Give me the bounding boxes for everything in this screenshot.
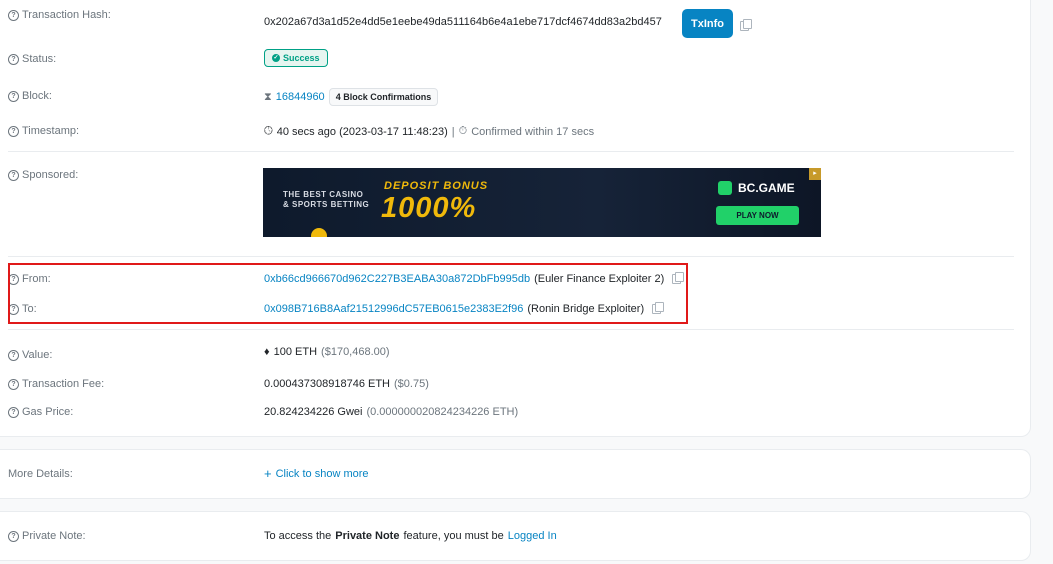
- help-icon[interactable]: ?: [8, 53, 19, 65]
- fee-value: 0.000437308918746 ETH ($0.75): [264, 378, 429, 390]
- value-row: ? Value: ♦ 100 ETH ($170,468.00): [0, 346, 1030, 369]
- check-circle-icon: ✓: [272, 54, 280, 62]
- status-value: ✓ Success: [264, 49, 328, 67]
- sponsored-ad-banner[interactable]: THE BEST CASINO & SPORTS BETTING DEPOSIT…: [263, 168, 821, 237]
- help-icon[interactable]: ?: [8, 9, 19, 21]
- help-icon[interactable]: ?: [8, 125, 19, 137]
- banner-play-now-button[interactable]: PLAY NOW: [716, 206, 799, 225]
- private-note-value: To access the Private Note feature, you …: [264, 530, 557, 542]
- coin-icon: [311, 228, 327, 237]
- fee-label: ? Transaction Fee:: [8, 378, 104, 390]
- help-icon[interactable]: ?: [8, 378, 19, 390]
- divider: [8, 256, 1014, 257]
- more-details-label: More Details:: [8, 468, 73, 480]
- login-link[interactable]: Logged In: [508, 530, 557, 542]
- tx-hash-value: 0x202a67d3a1d52e4dd5e1eebe49da511164b6e4…: [264, 16, 662, 28]
- banner-percent-text: 1000%: [381, 192, 477, 224]
- tx-hash-row: ? Transaction Hash: 0x202a67d3a1d52e4dd5…: [0, 9, 1030, 29]
- clock-icon: 🕓︎: [264, 125, 273, 137]
- status-badge: ✓ Success: [264, 49, 328, 67]
- fee-row: ? Transaction Fee: 0.000437308918746 ETH…: [0, 378, 1030, 398]
- help-icon[interactable]: ?: [8, 349, 19, 361]
- more-details-card: More Details: + Click to show more: [0, 449, 1031, 499]
- tx-hash-text: 0x202a67d3a1d52e4dd5e1eebe49da511164b6e4…: [264, 16, 662, 28]
- help-icon[interactable]: ?: [8, 530, 19, 542]
- private-note-card: ? Private Note: To access the Private No…: [0, 511, 1031, 561]
- value-label: ? Value:: [8, 349, 52, 361]
- status-row: ? Status: ✓ Success: [0, 49, 1030, 69]
- value-value: ♦ 100 ETH ($170,468.00): [264, 346, 390, 358]
- banner-deposit-text: DEPOSIT BONUS: [384, 180, 489, 192]
- banner-brand: BC.GAME: [738, 181, 795, 195]
- hourglass-icon: ⧗: [264, 90, 272, 103]
- gas-value: 20.824234226 Gwei (0.000000020824234226 …: [264, 406, 519, 418]
- sponsored-label: ? Sponsored:: [8, 169, 78, 181]
- bc-game-logo-icon: [718, 181, 732, 195]
- block-row: ? Block: ⧗ 16844960 4 Block Confirmation…: [0, 88, 1030, 108]
- help-icon[interactable]: ?: [8, 406, 19, 418]
- timestamp-label: ? Timestamp:: [8, 125, 79, 137]
- plus-icon: +: [264, 466, 272, 481]
- ad-choices-icon[interactable]: ▸: [809, 168, 821, 180]
- transaction-overview-card: ? Transaction Hash: 0x202a67d3a1d52e4dd5…: [0, 0, 1031, 437]
- status-label: ? Status:: [8, 53, 56, 65]
- show-more-link[interactable]: + Click to show more: [264, 466, 369, 481]
- timestamp-value: 🕓︎ 40 secs ago (2023-03-17 11:48:23) | ⏱…: [264, 125, 595, 138]
- stopwatch-icon: ⏱︎: [458, 125, 468, 137]
- help-icon[interactable]: ?: [8, 90, 19, 102]
- gas-row: ? Gas Price: 20.824234226 Gwei (0.000000…: [0, 406, 1030, 426]
- gas-label: ? Gas Price:: [8, 406, 73, 418]
- divider: [8, 329, 1014, 330]
- highlight-annotation-box: [8, 263, 688, 324]
- timestamp-row: ? Timestamp: 🕓︎ 40 secs ago (2023-03-17 …: [0, 123, 1030, 143]
- tx-hash-label: ? Transaction Hash:: [8, 9, 111, 21]
- block-label: ? Block:: [8, 90, 52, 102]
- help-icon[interactable]: ?: [8, 169, 19, 181]
- block-confirmations-badge: 4 Block Confirmations: [328, 88, 439, 106]
- private-note-label: ? Private Note:: [8, 530, 86, 542]
- block-value: ⧗ 16844960 4 Block Confirmations: [264, 88, 439, 106]
- block-number-link[interactable]: 16844960: [276, 91, 325, 103]
- txinfo-button[interactable]: TxInfo: [682, 9, 733, 38]
- divider: [8, 151, 1014, 152]
- copy-icon[interactable]: [740, 19, 752, 31]
- banner-tagline: THE BEST CASINO & SPORTS BETTING: [283, 190, 370, 209]
- ethereum-icon: ♦: [264, 346, 270, 358]
